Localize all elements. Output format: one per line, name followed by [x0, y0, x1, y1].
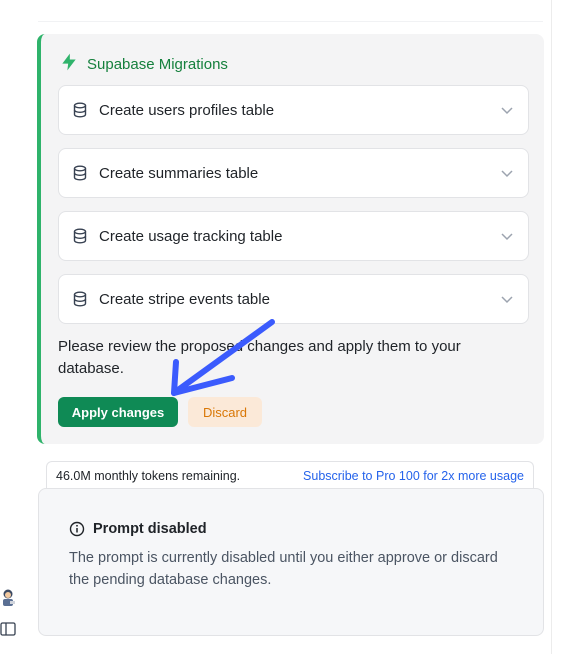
database-icon [73, 165, 87, 181]
avatar[interactable] [0, 588, 16, 608]
info-icon [69, 521, 85, 537]
migration-item-label: Create summaries table [99, 164, 259, 182]
tokens-bar: 46.0M monthly tokens remaining. Subscrib… [46, 461, 534, 489]
migration-item-label: Create stripe events table [99, 290, 270, 308]
migrations-card: Supabase Migrations Create users profile… [37, 34, 544, 444]
prompt-disabled-card: Prompt disabled The prompt is currently … [38, 488, 544, 636]
chevron-down-icon[interactable] [500, 103, 514, 117]
scrollbar[interactable] [551, 0, 565, 654]
database-icon [73, 102, 87, 118]
migration-item[interactable]: Create summaries table [58, 148, 529, 198]
sidebar-toggle-icon[interactable] [0, 622, 16, 636]
tokens-remaining: 46.0M monthly tokens remaining. [56, 468, 241, 483]
upgrade-link[interactable]: Subscribe to Pro 100 for 2x more usage [303, 469, 524, 483]
top-strip [38, 0, 543, 22]
migrations-header: Supabase Migrations [59, 52, 228, 76]
migration-item-label: Create users profiles table [99, 101, 275, 119]
prompt-disabled-title: Prompt disabled [93, 521, 207, 537]
prompt-disabled-message: The prompt is currently disabled until y… [69, 550, 498, 588]
chevron-down-icon[interactable] [500, 292, 514, 306]
chat-panel: Supabase Migrations Create users profile… [0, 0, 565, 654]
migrations-title: Supabase Migrations [87, 55, 228, 73]
migration-item[interactable]: Create stripe events table [58, 274, 529, 324]
database-icon [73, 291, 87, 307]
migration-item-label: Create usage tracking table [99, 227, 283, 245]
prompt-disabled-title-row: Prompt disabled [69, 521, 207, 537]
database-icon [73, 228, 87, 244]
migration-item[interactable]: Create usage tracking table [58, 211, 529, 261]
chevron-down-icon[interactable] [500, 229, 514, 243]
bolt-icon [59, 52, 79, 76]
annotation-arrow-icon [171, 319, 275, 396]
chevron-down-icon[interactable] [500, 166, 514, 180]
migration-item[interactable]: Create users profiles table [58, 85, 529, 135]
